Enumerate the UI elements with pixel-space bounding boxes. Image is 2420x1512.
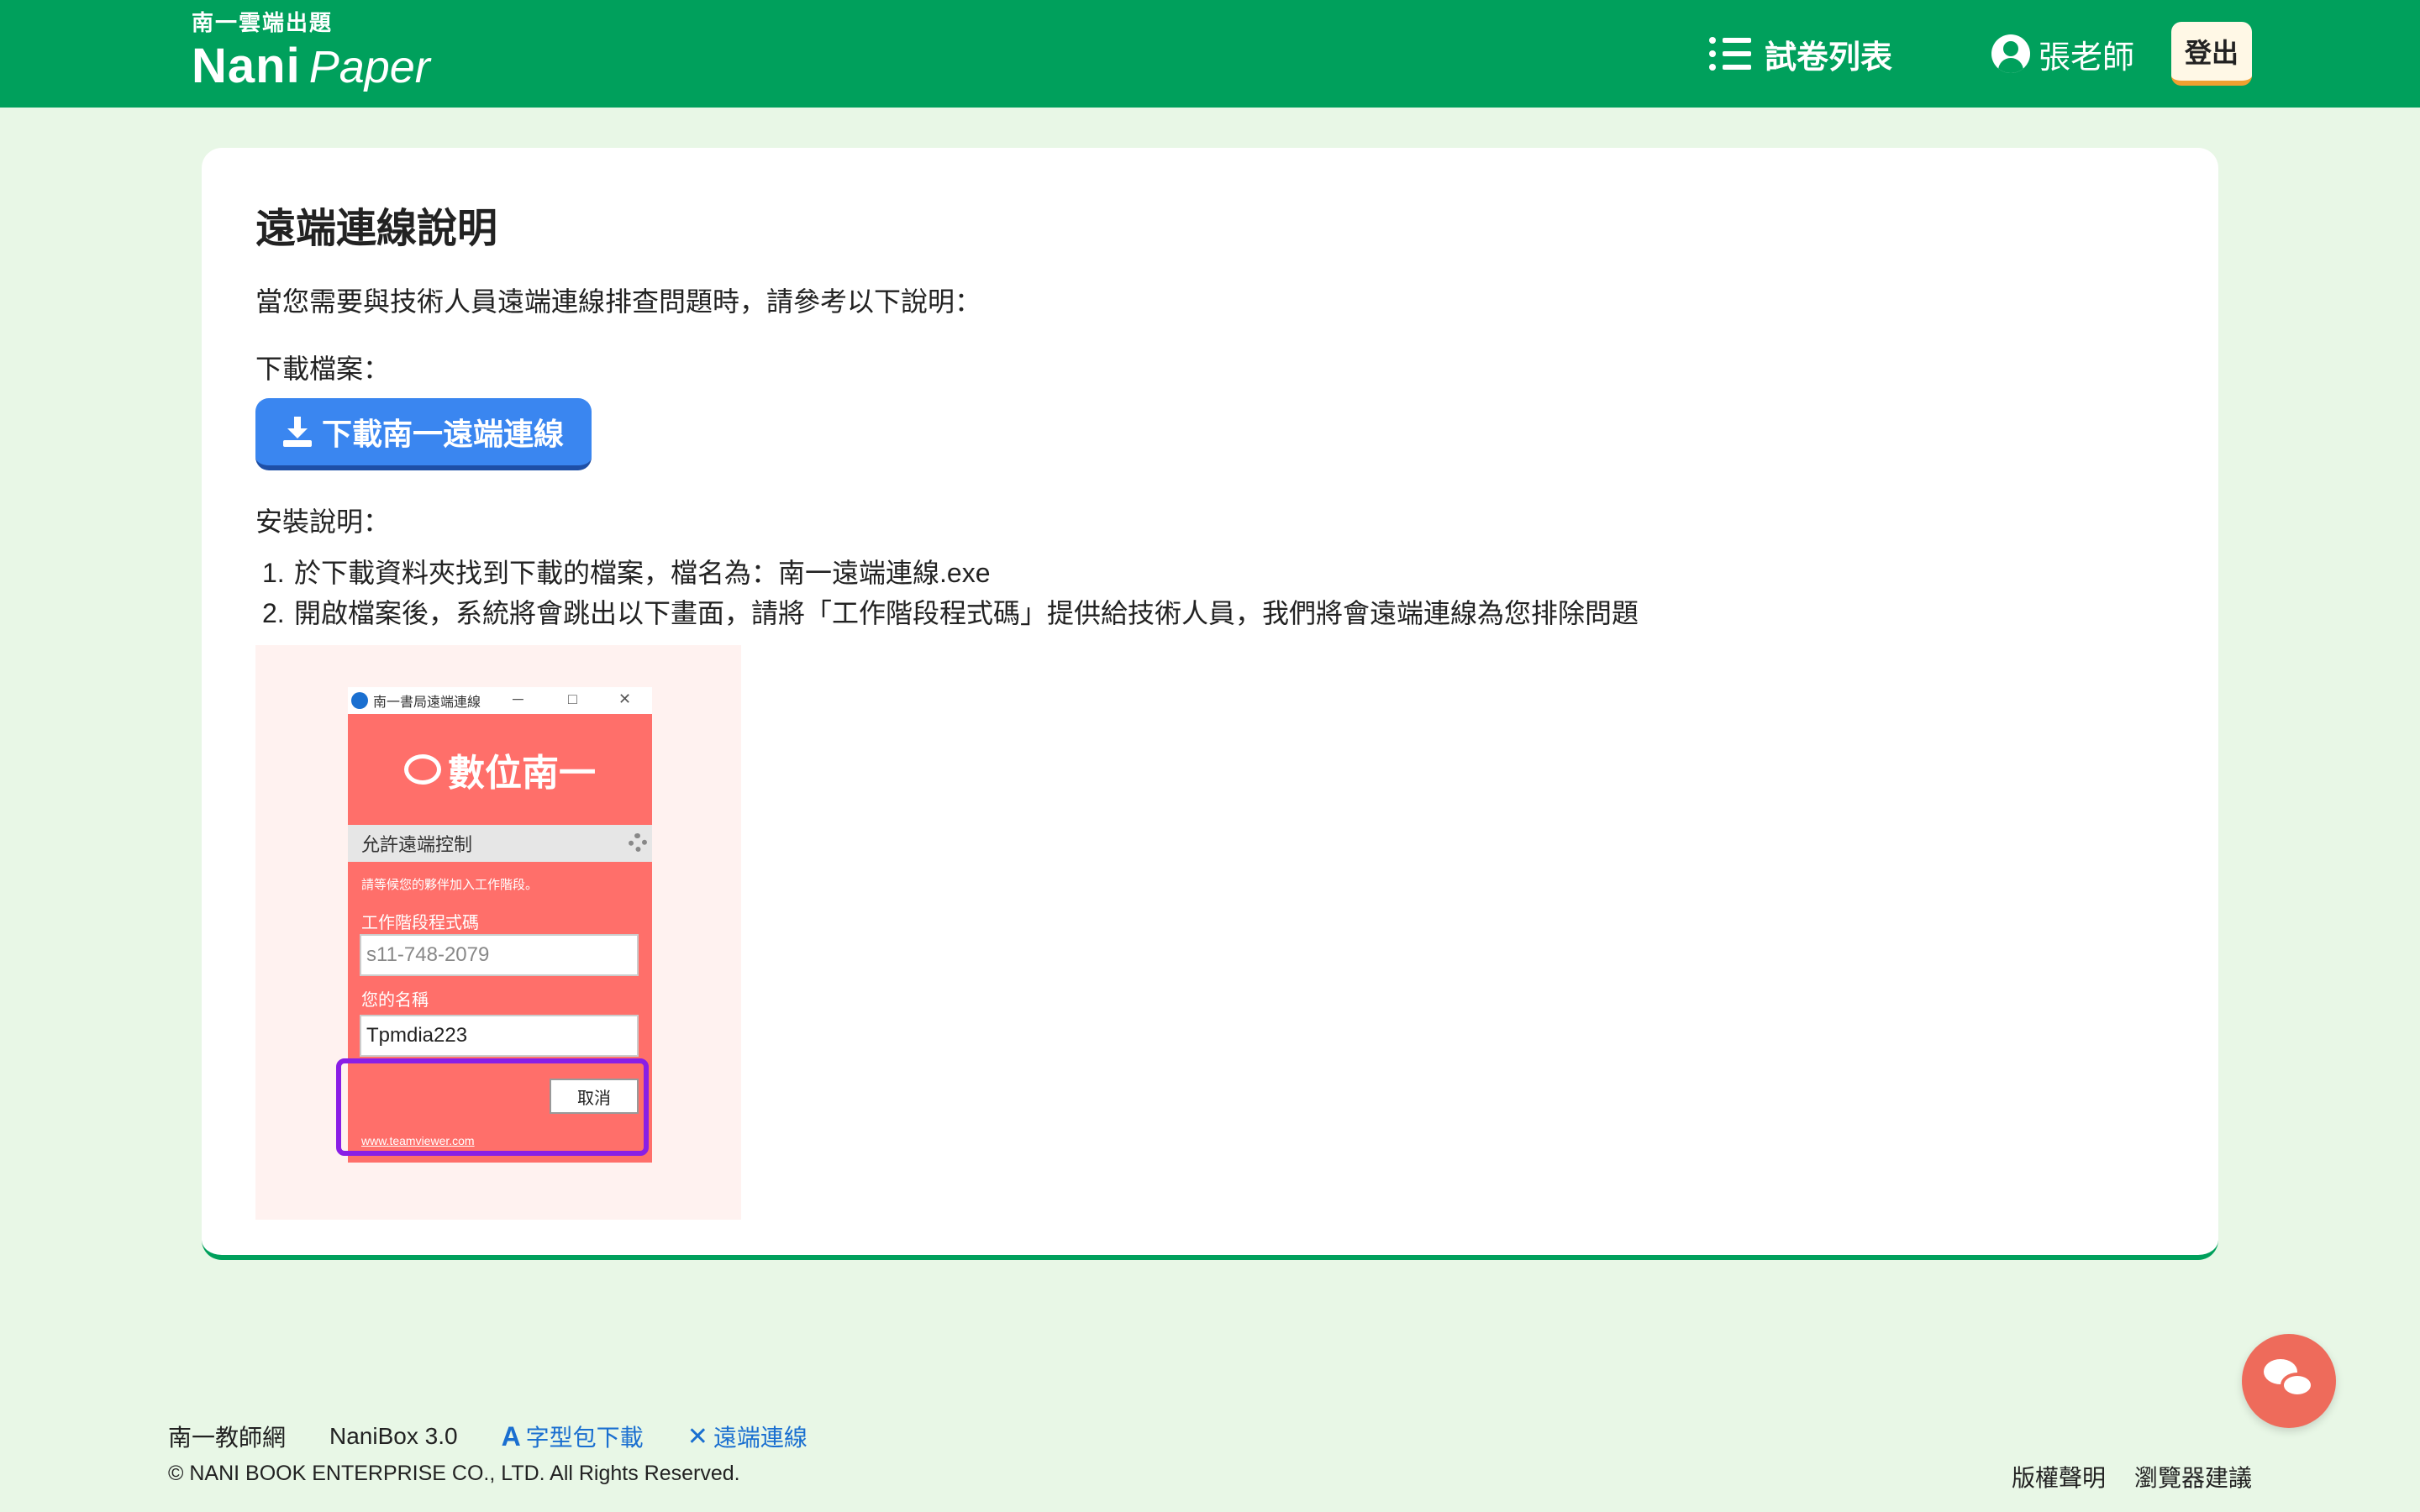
list-item: 1. 於下載資料夾找到下載的檔案，檔名為：南一遠端連線.exe (262, 553, 1639, 593)
step-number: 2. (262, 598, 285, 628)
minimize-icon: ─ (513, 690, 523, 707)
install-label: 安裝說明： (255, 507, 391, 537)
footer-link-nanibox[interactable]: NaniBox 3.0 (329, 1423, 458, 1450)
close-icon: ✕ (618, 690, 632, 707)
footer-links: 南一教師網 NaniBox 3.0 A 字型包下載 ✕ 遠端連線 (168, 1420, 851, 1453)
session-code-field: s11-748-2079 (360, 934, 639, 976)
gear-icon (629, 833, 647, 852)
maximize-icon: □ (568, 690, 577, 707)
footer-link-copyright[interactable]: 版權聲明 (2012, 1460, 2106, 1494)
remote-connection-card: 遠端連線說明 當您需要與技術人員遠端連線排查問題時，請參考以下說明： 下載檔案：… (202, 148, 2218, 1260)
intro-text: 當您需要與技術人員遠端連線排查問題時，請參考以下說明： (255, 286, 982, 317)
download-remote-button[interactable]: 下載南一遠端連線 (255, 398, 592, 470)
window-titlebar: 南一書局遠端連線 ─ □ ✕ (348, 687, 652, 714)
nav-exam-list-label: 試卷列表 (1765, 39, 1893, 76)
logo-subtitle: 南一雲端出題 (192, 10, 334, 35)
remote-label: 遠端連線 (713, 1425, 808, 1451)
tools-icon: ✕ (687, 1422, 708, 1451)
list-icon (1709, 35, 1753, 72)
nav-exam-list[interactable]: 試卷列表 (1709, 30, 1892, 77)
footer-link-remote[interactable]: ✕ 遠端連線 (687, 1420, 808, 1453)
user-circle-icon (1991, 34, 2030, 73)
brand-name: 數位南一 (448, 753, 596, 794)
logo-wordmark: Nani Paper (192, 40, 430, 93)
your-name-field: Tpmdia223 (360, 1015, 639, 1057)
font-download-label: 字型包下載 (525, 1425, 644, 1451)
install-steps: 1. 於下載資料夾找到下載的檔案，檔名為：南一遠端連線.exe 2. 開啟檔案後… (262, 553, 1639, 633)
teamviewer-logo-icon (351, 692, 368, 709)
top-header: 南一雲端出題 Nani Paper 試卷列表 張老師 登出 (0, 0, 2420, 108)
footer-right-links: 版權聲明 瀏覽器建議 (1983, 1460, 2252, 1494)
wait-text: 請等候您的夥伴加入工作階段。 (361, 878, 539, 892)
allow-remote-label: 允許遠端控制 (361, 834, 473, 855)
remote-app-screenshot: 南一書局遠端連線 ─ □ ✕ 數位南一 允許遠端控制 請等候您的夥伴加入工作階段… (255, 645, 741, 1220)
footer-link-nani-teacher[interactable]: 南一教師網 (168, 1420, 286, 1453)
app-brand: 數位南一 (348, 714, 652, 825)
chat-button[interactable] (2242, 1334, 2336, 1428)
footer-link-font-download[interactable]: A 字型包下載 (502, 1420, 644, 1453)
footer-link-browser[interactable]: 瀏覽器建議 (2134, 1460, 2252, 1494)
list-item: 2. 開啟檔案後，系統將會跳出以下畫面，請將「工作階段程式碼」提供給技術人員，我… (262, 593, 1639, 633)
download-icon (282, 417, 312, 447)
step-text: 開啟檔案後，系統將會跳出以下畫面，請將「工作階段程式碼」提供給技術人員，我們將會… (294, 598, 1639, 628)
logout-button[interactable]: 登出 (2171, 22, 2252, 86)
step-number: 1. (262, 558, 285, 588)
user-name: 張老師 (2039, 39, 2135, 76)
logo-paper: Paper (308, 42, 430, 92)
download-button-label: 下載南一遠端連線 (321, 417, 564, 451)
step-text: 於下載資料夾找到下載的檔案，檔名為：南一遠端連線.exe (294, 558, 991, 588)
window-title: 南一書局遠端連線 (373, 696, 481, 710)
download-label: 下載檔案： (255, 354, 391, 384)
session-code-label: 工作階段程式碼 (361, 914, 479, 932)
session-code-highlight (336, 1058, 649, 1156)
allow-remote-bar: 允許遠端控制 (348, 825, 652, 862)
logo-nani: Nani (192, 39, 301, 93)
nanipaper-logo[interactable]: 南一雲端出題 Nani Paper (192, 8, 430, 93)
nav-user[interactable]: 張老師 (1991, 30, 2134, 77)
your-name-label: 您的名稱 (361, 991, 429, 1010)
font-a-icon: A (501, 1420, 521, 1452)
brand-logo-icon (404, 754, 441, 785)
page-title: 遠端連線說明 (255, 207, 498, 251)
copyright-text: © NANI BOOK ENTERPRISE CO., LTD. All Rig… (168, 1462, 740, 1485)
